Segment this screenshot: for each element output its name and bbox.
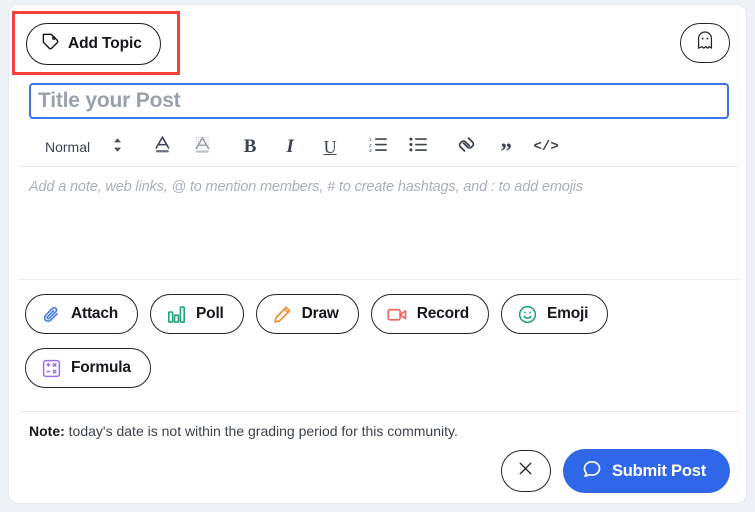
note-divider [19, 411, 739, 412]
anonymous-ghost-button[interactable] [680, 23, 730, 63]
highlight-color-button[interactable] [189, 134, 215, 160]
svg-text:1: 1 [369, 137, 372, 143]
video-camera-icon [387, 304, 408, 325]
attach-button[interactable]: Attach [25, 294, 139, 334]
emoji-button[interactable]: Emoji [500, 294, 609, 334]
ghost-icon [696, 31, 714, 55]
comment-bubble-icon [582, 459, 602, 484]
pencil-icon [272, 304, 293, 325]
ordered-list-icon: 1 2 3 [369, 136, 388, 158]
submit-post-label: Submit Post [611, 461, 706, 480]
add-topic-label: Add Topic [68, 35, 142, 52]
smiley-icon [517, 304, 538, 325]
body-divider [19, 279, 739, 280]
blockquote-button[interactable]: ” [493, 134, 519, 164]
chevron-updown-icon [112, 137, 123, 158]
bullet-list-button[interactable] [405, 134, 431, 160]
note-prefix: Note: [29, 423, 65, 439]
rich-text-toolbar: Normal B I U 1 2 3 ” </> [29, 129, 729, 165]
code-icon: </> [533, 139, 559, 155]
svg-text:3: 3 [369, 148, 372, 153]
add-topic-button[interactable]: Add Topic [26, 23, 161, 65]
code-block-button[interactable]: </> [533, 134, 559, 160]
post-body-placeholder: Add a note, web links, @ to mention memb… [29, 179, 583, 195]
ordered-list-button[interactable]: 1 2 3 [365, 134, 391, 160]
submit-post-button[interactable]: Submit Post [562, 449, 730, 493]
attachment-options-row: Attach Poll Draw Record Emoji Formula [25, 294, 735, 388]
draw-label: Draw [301, 305, 339, 322]
record-button[interactable]: Record [370, 294, 489, 334]
underline-icon: U [323, 136, 337, 157]
attach-label: Attach [71, 305, 119, 322]
formula-icon [41, 358, 62, 379]
svg-text:2: 2 [369, 143, 372, 149]
link-icon [457, 135, 476, 159]
note-text: today's date is not within the grading p… [64, 423, 458, 439]
underline-button[interactable]: U [317, 134, 343, 160]
format-style-value: Normal [45, 139, 91, 155]
poll-button[interactable]: Poll [150, 294, 244, 334]
formula-button[interactable]: Formula [25, 348, 151, 388]
quote-icon: ” [500, 138, 512, 164]
text-color-button[interactable] [149, 134, 175, 160]
format-style-select[interactable]: Normal [45, 137, 123, 158]
post-composer-card: Add Topic Normal [8, 4, 747, 504]
cancel-button[interactable] [500, 450, 551, 492]
composer-footer: Submit Post [500, 449, 730, 493]
formula-label: Formula [71, 359, 131, 376]
emoji-label: Emoji [546, 305, 589, 322]
bullet-list-icon [409, 136, 428, 158]
composer-header: Add Topic [9, 5, 746, 81]
close-icon [518, 461, 533, 481]
italic-icon: I [286, 136, 294, 157]
post-title-input[interactable] [29, 83, 729, 119]
poll-label: Poll [196, 305, 224, 322]
insert-link-button[interactable] [453, 134, 479, 160]
record-label: Record [416, 305, 469, 322]
draw-button[interactable]: Draw [255, 294, 359, 334]
bar-chart-icon [166, 304, 187, 325]
paperclip-icon [41, 304, 62, 325]
italic-button[interactable]: I [277, 134, 303, 160]
tag-icon [41, 32, 60, 56]
highlight-icon [194, 135, 211, 159]
post-body-editor[interactable]: Add a note, web links, @ to mention memb… [9, 167, 746, 279]
bold-button[interactable]: B [237, 134, 263, 160]
font-color-icon [154, 135, 171, 159]
bold-icon: B [243, 136, 257, 157]
grading-period-note: Note: today's date is not within the gra… [29, 423, 458, 439]
